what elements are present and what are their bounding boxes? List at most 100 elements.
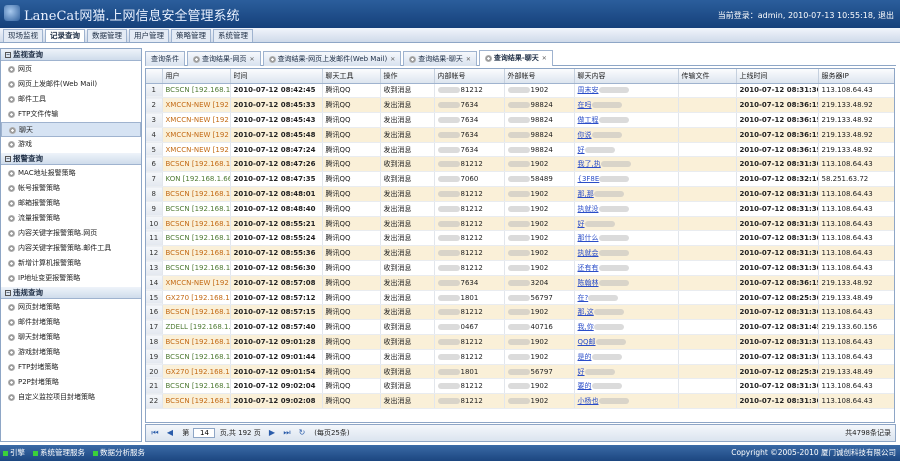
- collapse-icon[interactable]: −: [5, 52, 11, 58]
- sidebar-item[interactable]: 新增计算机报警策略: [1, 256, 141, 271]
- nav-item-5[interactable]: 系统管理: [213, 29, 253, 42]
- sidebar-item[interactable]: 内容关键字报警策略.网页: [1, 226, 141, 241]
- cell-聊天内容[interactable]: 要的: [574, 378, 679, 395]
- sidebar-item[interactable]: 网页: [1, 62, 141, 77]
- tab-0[interactable]: 查询条件: [145, 51, 185, 66]
- table-row[interactable]: 8 BCSCN [192.168.1 2010-07-12 08:48:01 腾讯QQ…: [146, 186, 894, 202]
- cell-聊天内容[interactable]: {3F8E: [574, 171, 679, 188]
- sidebar-item[interactable]: 邮件封堵策略: [1, 315, 141, 330]
- cell-聊天内容[interactable]: 做工程: [574, 112, 679, 128]
- prev-page-icon[interactable]: ◀: [165, 428, 175, 438]
- sidebar-item[interactable]: 游戏: [1, 137, 141, 152]
- cell-聊天内容[interactable]: 在吗: [574, 97, 679, 114]
- table-row[interactable]: 1 BCSCN [192.168.1 2010-07-12 08:42:45 腾讯QQ…: [146, 83, 894, 99]
- cell-聊天内容[interactable]: 那什么: [574, 230, 679, 247]
- table-row[interactable]: 4 XMCCN-NEW [192 2010-07-12 08:45:48 腾讯QQ 发出…: [146, 127, 894, 143]
- column-header[interactable]: 聊天内容: [574, 69, 679, 84]
- close-icon[interactable]: ✕: [542, 52, 547, 66]
- sidebar-item[interactable]: P2P封堵策略: [1, 375, 141, 390]
- next-page-icon[interactable]: ▶: [267, 428, 277, 438]
- column-header[interactable]: 用户: [162, 69, 231, 84]
- cell-聊天内容[interactable]: 还有有: [574, 260, 679, 276]
- nav-item-1[interactable]: 记录查询: [45, 29, 85, 42]
- column-header[interactable]: 服务器IP: [818, 69, 894, 84]
- table-row[interactable]: 20 GX270 [192.168.1. 2010-07-12 09:01:54 腾讯…: [146, 364, 894, 380]
- sidebar-item[interactable]: 内容关键字报警策略.邮件工具: [1, 241, 141, 256]
- table-row[interactable]: 16 BCSCN [192.168.1 2010-07-12 08:57:15 腾讯Q…: [146, 304, 894, 321]
- table-row[interactable]: 3 XMCCN-NEW [192 2010-07-12 08:45:43 腾讯QQ 发出…: [146, 112, 894, 128]
- column-header[interactable]: 上线时间: [736, 69, 819, 84]
- nav-item-4[interactable]: 策略管理: [171, 29, 211, 42]
- table-row[interactable]: 19 BCSCN [192.168.1 2010-07-12 09:01:44 腾讯Q…: [146, 349, 894, 365]
- tab-3[interactable]: 查询结果-聊天 ✕: [403, 51, 477, 66]
- close-icon[interactable]: ✕: [466, 53, 471, 67]
- sidebar-item[interactable]: 自定义监控项目封堵策略: [1, 390, 141, 405]
- sidebar-item[interactable]: IP地址变更报警策略: [1, 271, 141, 286]
- cell-聊天内容[interactable]: 好: [574, 364, 679, 380]
- table-row[interactable]: 21 BCSCN [192.168.1 2010-07-12 09:02:04 腾讯Q…: [146, 378, 894, 395]
- cell-聊天内容[interactable]: 陈翰林: [574, 275, 679, 291]
- logout-link[interactable]: 退出: [878, 11, 894, 20]
- cell-聊天内容[interactable]: 好: [574, 216, 679, 232]
- sidebar-section-0[interactable]: − 监视查询: [1, 49, 141, 61]
- refresh-icon[interactable]: ↻: [297, 428, 307, 438]
- sidebar-item[interactable]: FTP封堵策略: [1, 360, 141, 375]
- sidebar-section-2[interactable]: − 违规查询: [1, 287, 141, 299]
- first-page-icon[interactable]: ⏮: [150, 428, 160, 438]
- table-row[interactable]: 11 BCSCN [192.168.1 2010-07-12 08:55:24 腾讯Q…: [146, 230, 894, 247]
- table-row[interactable]: 6 BCSCN [192.168.1 2010-07-12 08:47:26 腾讯QQ…: [146, 156, 894, 173]
- cell-聊天内容[interactable]: 在?: [574, 290, 679, 306]
- cell-聊天内容[interactable]: 执就会: [574, 245, 679, 262]
- cell-聊天内容[interactable]: 那,那: [574, 186, 679, 202]
- table-row[interactable]: 5 XMCCN-NEW [192 2010-07-12 08:47:24 腾讯QQ 发出…: [146, 142, 894, 158]
- column-header[interactable]: 外部帐号: [504, 69, 575, 84]
- table-row[interactable]: 15 GX270 [192.168.1. 2010-07-12 08:57:12 腾讯…: [146, 290, 894, 306]
- sidebar-item[interactable]: 帐号报警策略: [1, 181, 141, 196]
- cell-聊天内容[interactable]: 我了,执: [574, 156, 679, 173]
- sidebar-item[interactable]: 聊天封堵策略: [1, 330, 141, 345]
- column-header[interactable]: 时间: [230, 69, 323, 84]
- column-header[interactable]: 内部帐号: [434, 69, 505, 84]
- sidebar-item[interactable]: 游戏封堵策略: [1, 345, 141, 360]
- sidebar-section-1[interactable]: − 报警查询: [1, 153, 141, 165]
- cell-聊天内容[interactable]: 周末安: [574, 83, 679, 99]
- cell-聊天内容[interactable]: 是的: [574, 349, 679, 365]
- nav-item-3[interactable]: 用户管理: [129, 29, 169, 42]
- table-row[interactable]: 13 BCSCN [192.168.1 2010-07-12 08:56:30 腾讯Q…: [146, 260, 894, 276]
- cell-聊天内容[interactable]: 执就没: [574, 201, 679, 217]
- table-row[interactable]: 17 ZDELL [192.168.1. 2010-07-12 08:57:40 腾讯…: [146, 319, 894, 336]
- nav-item-2[interactable]: 数据管理: [87, 29, 127, 42]
- cell-聊天内容[interactable]: 我,你: [574, 319, 679, 336]
- cell-聊天内容[interactable]: QQ邮: [574, 334, 679, 350]
- table-row[interactable]: 22 BCSCN [192.168.1 2010-07-12 09:02:08 腾讯Q…: [146, 393, 894, 410]
- table-row[interactable]: 2 XMCCN-NEW [192 2010-07-12 08:45:33 腾讯QQ 发出…: [146, 97, 894, 114]
- column-header[interactable]: 聊天工具: [322, 69, 381, 84]
- collapse-icon[interactable]: −: [5, 290, 11, 296]
- nav-item-0[interactable]: 现场监视: [3, 29, 43, 42]
- table-row[interactable]: 7 KON [192.168.1.66 2010-07-12 08:47:35 腾讯Q…: [146, 171, 894, 188]
- sidebar-item[interactable]: 网页封堵策略: [1, 300, 141, 315]
- collapse-icon[interactable]: −: [5, 156, 11, 162]
- page-input[interactable]: [193, 428, 216, 438]
- close-icon[interactable]: ✕: [390, 53, 395, 67]
- column-header[interactable]: 操作: [380, 69, 435, 84]
- sidebar-item[interactable]: 流量报警策略: [1, 211, 141, 226]
- sidebar-item[interactable]: 网页上发邮件(Web Mail): [1, 77, 141, 92]
- table-row[interactable]: 14 XMCCN-NEW [192 2010-07-12 08:57:08 腾讯QQ 发…: [146, 275, 894, 291]
- last-page-icon[interactable]: ⏭: [282, 428, 292, 438]
- cell-聊天内容[interactable]: 那,这: [574, 304, 679, 321]
- tab-1[interactable]: 查询结果-网页 ✕: [187, 51, 261, 66]
- sidebar-item[interactable]: 聊天: [1, 122, 141, 137]
- cell-聊天内容[interactable]: 小杨也: [574, 393, 679, 410]
- table-row[interactable]: 18 BCSCN [192.168.1 2010-07-12 09:01:28 腾讯Q…: [146, 334, 894, 350]
- sidebar-item[interactable]: FTP文件传输: [1, 107, 141, 122]
- close-icon[interactable]: ✕: [250, 53, 255, 67]
- column-header[interactable]: [146, 69, 163, 84]
- table-row[interactable]: 12 BCSCN [192.168.1 2010-07-12 08:55:36 腾讯Q…: [146, 245, 894, 262]
- cell-聊天内容[interactable]: 好: [574, 142, 679, 158]
- cell-聊天内容[interactable]: 你说: [574, 127, 679, 143]
- column-header[interactable]: 传输文件: [678, 69, 737, 84]
- sidebar-item[interactable]: MAC地址报警策略: [1, 166, 141, 181]
- sidebar-item[interactable]: 邮箱报警策略: [1, 196, 141, 211]
- tab-2[interactable]: 查询结果-网页上发邮件(Web Mail) ✕: [262, 51, 402, 67]
